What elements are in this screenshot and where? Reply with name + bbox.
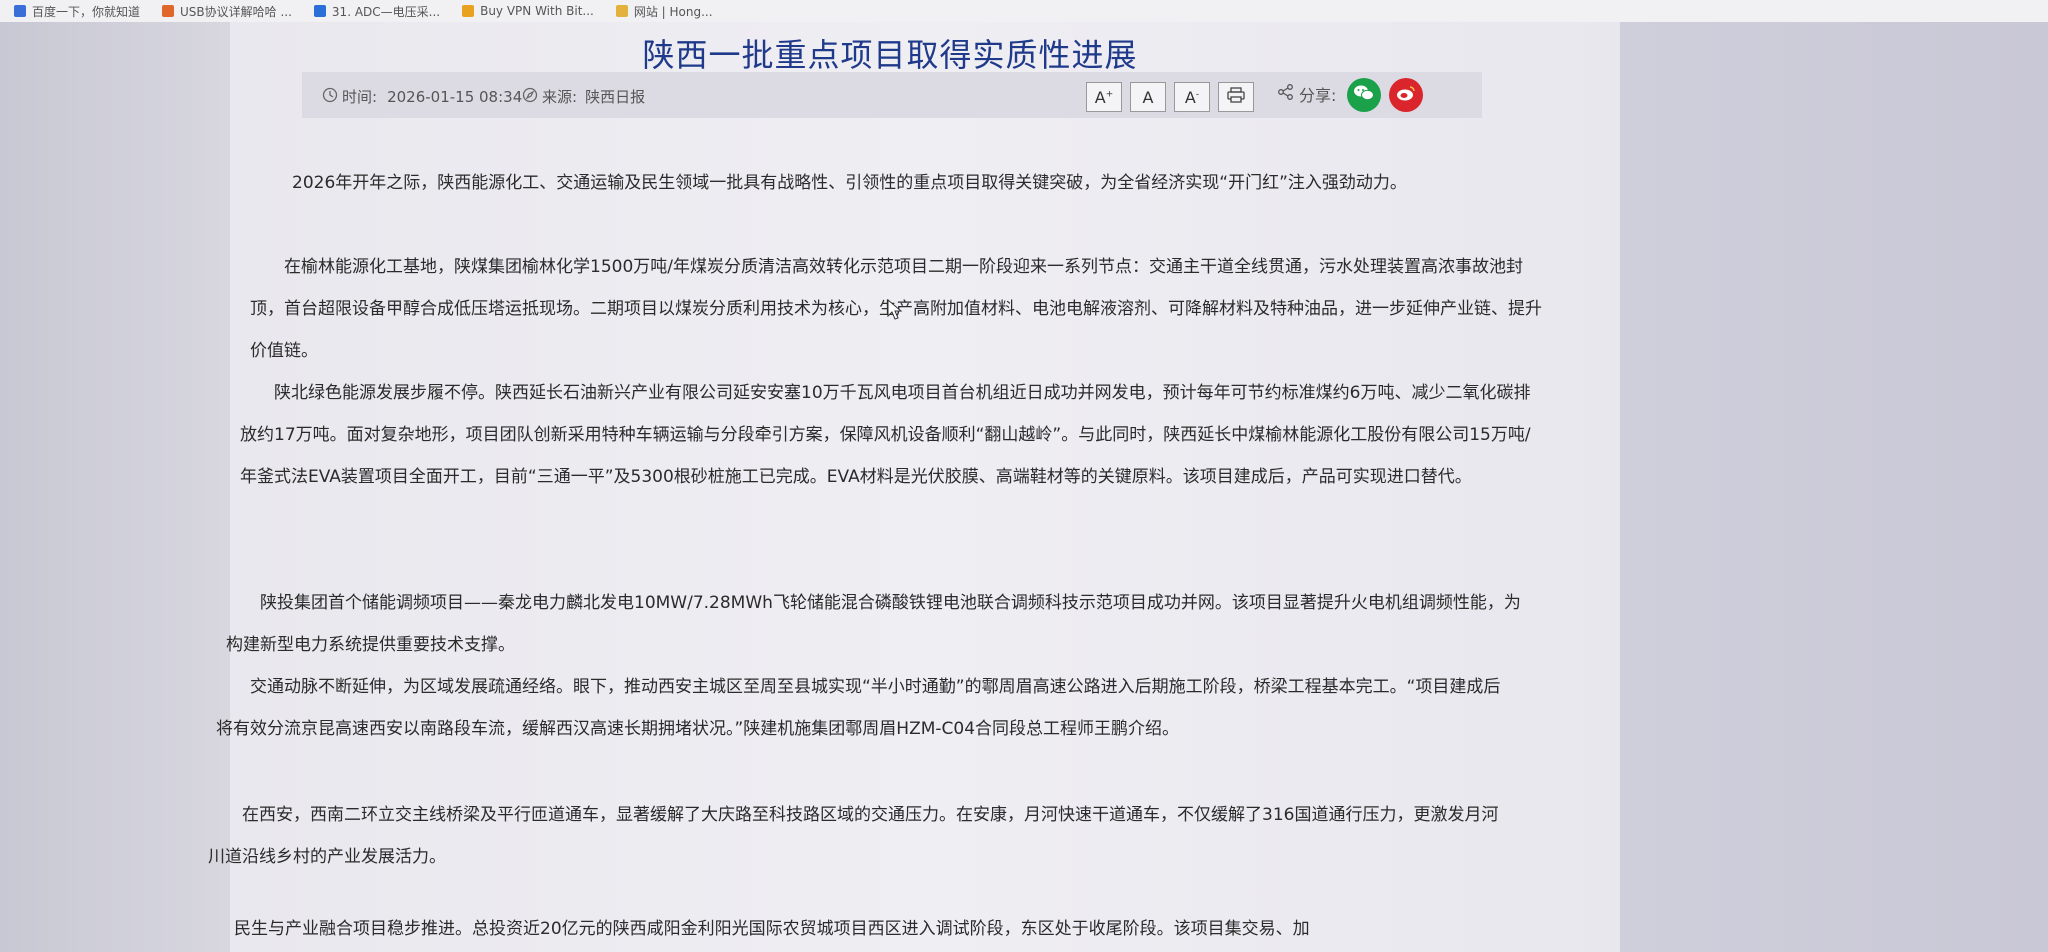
article-paragraph-7: 民生与产业融合项目稳步推进。总投资近20亿元的陕西咸阳金利阳光国际农贸城项目西区… <box>234 919 1310 939</box>
bookmark-2[interactable]: 31. ADC—电压采... <box>313 3 441 20</box>
browser-screen: 百度一下，你就知道 USB协议详解哈哈 ... 31. ADC—电压采... B… <box>0 0 2048 952</box>
weibo-share-button[interactable] <box>1389 78 1423 112</box>
bookmark-4[interactable]: 网站 | Hong... <box>615 3 713 20</box>
font-decrease-label: A- <box>1184 87 1200 107</box>
source-label: 来源: <box>542 88 578 106</box>
bookmark-favicon-icon <box>14 5 26 17</box>
font-decrease-button[interactable]: A- <box>1174 82 1210 112</box>
bookmark-favicon-icon <box>162 5 175 17</box>
font-reset-button[interactable]: A <box>1130 82 1166 112</box>
bookmark-favicon-icon <box>462 5 475 17</box>
article-source: 来源: 陕西日报 <box>522 86 645 107</box>
bookmark-3[interactable]: Buy VPN With Bit... <box>462 4 594 18</box>
printer-icon <box>1227 87 1245 107</box>
clock-icon <box>322 87 338 107</box>
bookmark-favicon-icon <box>615 5 628 17</box>
weibo-icon <box>1395 84 1417 106</box>
left-margin <box>0 22 230 952</box>
article-paragraph-3: 陕北绿色能源发展步履不停。陕西延长石油新兴产业有限公司延安安塞10万千瓦风电项目… <box>240 383 1531 487</box>
share-icon <box>1277 83 1295 105</box>
bookmark-label: 31. ADC—电压采... <box>331 4 441 19</box>
right-margin <box>1620 22 2048 952</box>
wechat-icon <box>1353 84 1375 106</box>
source-value: 陕西日报 <box>585 88 646 106</box>
bookmarks-bar: 百度一下，你就知道 USB协议详解哈哈 ... 31. ADC—电压采... B… <box>0 0 2048 22</box>
article-paragraph-5: 交通动脉不断延伸，为区域发展疏通经络。眼下，推动西安主城区至周至县城实现“半小时… <box>216 677 1501 739</box>
bookmark-label: USB协议详解哈哈 ... <box>180 4 292 19</box>
article-paragraph-4: 陕投集团首个储能调频项目——秦龙电力麟北发电10MW/7.28MWh飞轮储能混合… <box>226 593 1521 655</box>
article-meta-bar: 时间: 2026-01-15 08:34 来源: 陕西日报 A+ A A- 分享… <box>302 72 1482 118</box>
font-increase-label: A+ <box>1094 87 1114 107</box>
article-title: 陕西一批重点项目取得实质性进展 <box>642 36 1138 74</box>
wechat-share-button[interactable] <box>1347 78 1381 112</box>
time-label: 时间: <box>342 88 378 106</box>
print-button[interactable] <box>1218 82 1254 112</box>
bookmark-label: 网站 | Hong... <box>633 4 713 19</box>
bookmark-favicon-icon <box>313 5 326 17</box>
bookmark-1[interactable]: USB协议详解哈哈 ... <box>162 3 292 20</box>
share-area: 分享: <box>1277 82 1336 106</box>
bookmark-0[interactable]: 百度一下，你就知道 <box>14 3 140 20</box>
bookmark-label: Buy VPN With Bit... <box>480 4 594 18</box>
article-paragraph-6: 在西安，西南二环立交主线桥梁及平行匝道通车，显著缓解了大庆路至科技路区域的交通压… <box>208 805 1499 867</box>
article-paragraph-1: 2026年开年之际，陕西能源化工、交通运输及民生领域一批具有战略性、引领性的重点… <box>292 173 1407 193</box>
article-page: 陕西一批重点项目取得实质性进展 时间: 2026-01-15 08:34 来源:… <box>208 22 1620 952</box>
share-label: 分享: <box>1299 86 1337 105</box>
font-increase-button[interactable]: A+ <box>1086 82 1122 112</box>
compass-icon <box>522 87 538 107</box>
time-value: 2026-01-15 08:34 <box>387 87 523 106</box>
bookmark-label: 百度一下，你就知道 <box>32 4 141 19</box>
publish-time: 时间: 2026-01-15 08:34 <box>322 86 522 107</box>
